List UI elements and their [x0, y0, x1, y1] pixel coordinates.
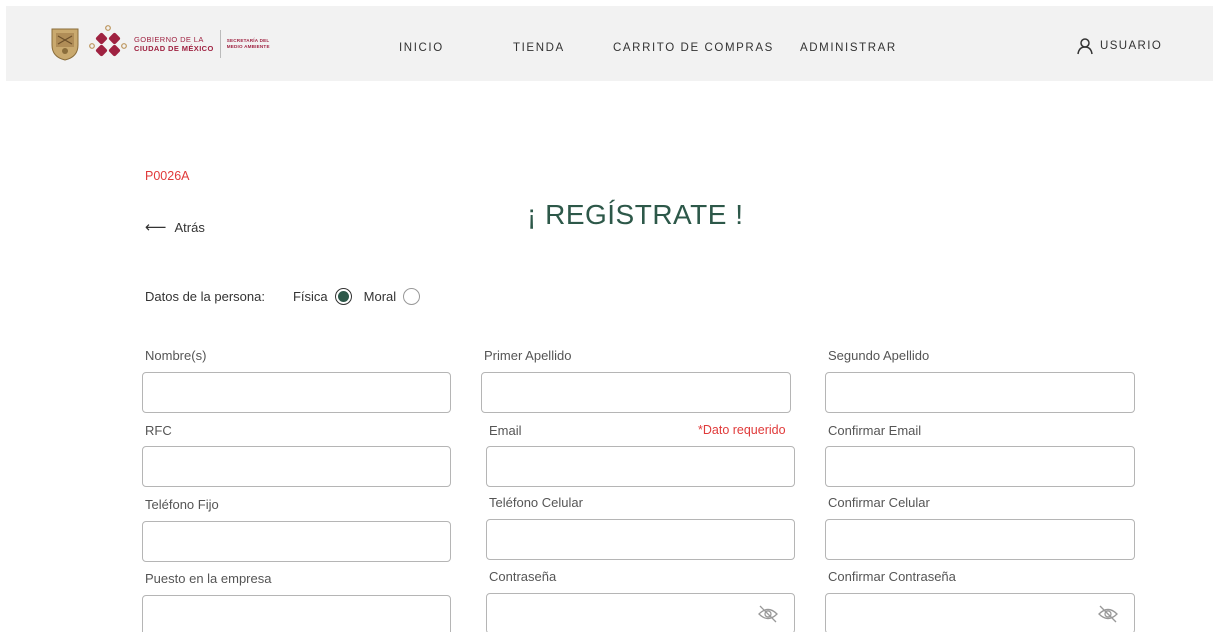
persona-label: Datos de la persona: — [145, 289, 265, 304]
telefono-celular-input[interactable] — [487, 520, 794, 559]
radio-fisica[interactable] — [334, 288, 352, 305]
puesto-field[interactable] — [142, 595, 451, 632]
contrasena-field[interactable] — [486, 593, 795, 632]
nav-carrito[interactable]: CARRITO DE COMPRAS — [613, 42, 774, 54]
arrow-left-icon: ⟵ — [145, 219, 167, 236]
persona-type-selector: Datos de la persona: Física Moral — [145, 288, 432, 305]
primer-apellido-field[interactable] — [481, 372, 791, 413]
top-navbar: GOBIERNO DE LA CIUDAD DE MÉXICO SECRETAR… — [6, 6, 1213, 81]
confirmar-email-field[interactable] — [825, 446, 1135, 487]
secretaria-line-2: MEDIO AMBIENTE — [226, 44, 270, 49]
rfc-label: RFC — [145, 423, 172, 438]
brand-line-1: GOBIERNO DE LA — [134, 35, 204, 44]
government-logo[interactable]: GOBIERNO DE LA CIUDAD DE MÉXICO SECRETAR… — [50, 24, 270, 64]
coat-of-arms-icon — [51, 28, 79, 61]
email-input[interactable] — [487, 447, 794, 486]
confirmar-contrasena-field[interactable] — [825, 593, 1135, 632]
primer-apellido-input[interactable] — [482, 373, 790, 412]
confirmar-contrasena-label: Confirmar Contraseña — [828, 569, 956, 584]
brand-text: GOBIERNO DE LA CIUDAD DE MÉXICO — [134, 35, 214, 53]
confirmar-email-label: Confirmar Email — [828, 423, 922, 438]
email-label: Email — [489, 423, 522, 438]
telefono-celular-label: Teléfono Celular — [489, 495, 583, 510]
back-link[interactable]: ⟵ Atrás — [145, 218, 205, 236]
contrasena-label: Contraseña — [489, 569, 557, 584]
user-icon — [1077, 38, 1093, 55]
radio-moral[interactable] — [403, 288, 421, 305]
telefono-fijo-field[interactable] — [142, 521, 451, 562]
nombre-label: Nombre(s) — [145, 348, 207, 363]
confirmar-celular-input[interactable] — [826, 520, 1134, 559]
user-menu[interactable]: USUARIO — [1076, 37, 1162, 55]
segundo-apellido-field[interactable] — [825, 372, 1135, 413]
rfc-input[interactable] — [143, 447, 450, 486]
puesto-input[interactable] — [143, 596, 450, 632]
secretaria-text: SECRETARÍA DEL MEDIO AMBIENTE — [227, 38, 270, 50]
primer-apellido-label: Primer Apellido — [484, 348, 572, 363]
cdmx-brand-icon — [89, 25, 127, 57]
eye-off-icon[interactable] — [1097, 604, 1119, 624]
brand-line-2: CIUDAD DE MÉXICO — [134, 44, 214, 53]
persona-option-label: Física — [292, 289, 328, 304]
confirmar-celular-label: Confirmar Celular — [828, 495, 930, 510]
eye-off-icon[interactable] — [757, 604, 779, 624]
segundo-apellido-label: Segundo Apellido — [828, 348, 930, 363]
user-label: USUARIO — [1100, 40, 1163, 52]
contrasena-input[interactable] — [487, 594, 794, 632]
page-title: ¡ REGÍSTRATE ! — [527, 199, 744, 230]
confirmar-contrasena-input[interactable] — [826, 594, 1134, 632]
persona-option-fisica[interactable]: Física — [293, 288, 352, 305]
persona-option-moral[interactable]: Moral — [364, 288, 421, 305]
nav-administrar[interactable]: ADMINISTRAR — [800, 42, 897, 54]
confirmar-email-input[interactable] — [826, 447, 1134, 486]
persona-option-label: Moral — [363, 289, 397, 304]
segundo-apellido-input[interactable] — [826, 373, 1134, 412]
telefono-fijo-label: Teléfono Fijo — [145, 497, 219, 512]
email-required-error: *Dato requerido — [698, 423, 786, 437]
telefono-fijo-input[interactable] — [143, 522, 450, 561]
nav-tienda[interactable]: TIENDA — [513, 42, 565, 54]
confirmar-celular-field[interactable] — [825, 519, 1135, 560]
email-field[interactable] — [486, 446, 795, 487]
brand-divider — [219, 30, 221, 58]
back-label: Atrás — [174, 219, 205, 235]
page-code: P0026A — [145, 169, 190, 183]
nav-inicio[interactable]: INICIO — [399, 42, 444, 54]
telefono-celular-field[interactable] — [486, 519, 795, 560]
nombre-field[interactable] — [142, 372, 451, 413]
rfc-field[interactable] — [142, 446, 451, 487]
puesto-label: Puesto en la empresa — [145, 571, 272, 586]
nombre-input[interactable] — [143, 373, 450, 412]
